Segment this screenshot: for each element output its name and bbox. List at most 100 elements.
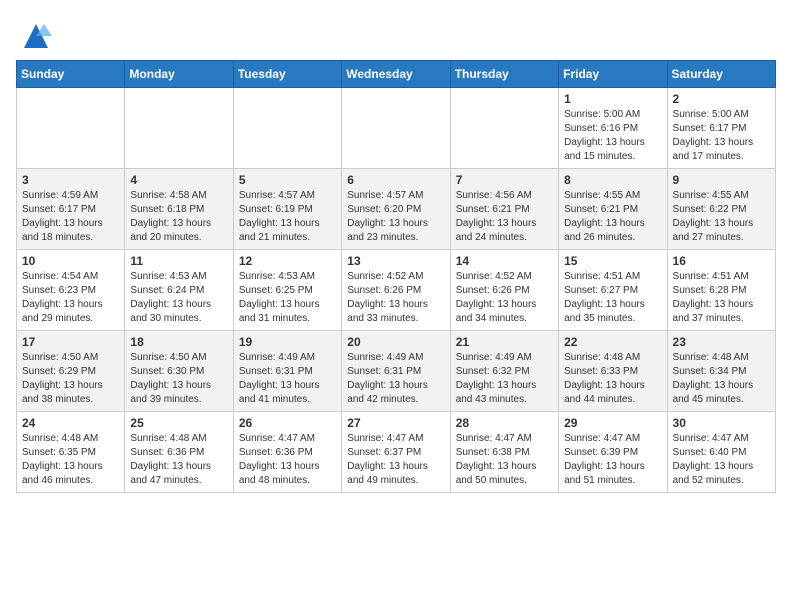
day-number: 9 xyxy=(673,173,770,187)
day-info: Sunrise: 4:49 AM Sunset: 6:32 PM Dayligh… xyxy=(456,351,553,407)
day-info: Sunrise: 4:53 AM Sunset: 6:25 PM Dayligh… xyxy=(239,270,336,326)
day-info: Sunrise: 4:48 AM Sunset: 6:33 PM Dayligh… xyxy=(564,351,661,407)
day-info: Sunrise: 4:48 AM Sunset: 6:34 PM Dayligh… xyxy=(673,351,770,407)
calendar-cell: 23Sunrise: 4:48 AM Sunset: 6:34 PM Dayli… xyxy=(667,331,775,412)
day-number: 4 xyxy=(130,173,227,187)
calendar-header-thursday: Thursday xyxy=(450,61,558,88)
calendar-cell: 29 Sunrise: 4:47 AM Sunset: 6:39 PM Dayli… xyxy=(559,412,667,493)
calendar-cell: 14 Sunrise: 4:52 AM Sunset: 6:26 PM Dayli… xyxy=(450,250,558,331)
calendar-week-row: 1 Sunrise: 5:00 AM Sunset: 6:16 PM Daylig… xyxy=(17,88,776,169)
day-number: 30 xyxy=(673,416,770,430)
day-info: Sunrise: 4:58 AM Sunset: 6:18 PM Dayligh… xyxy=(130,189,227,245)
day-info: Sunrise: 4:52 AM Sunset: 6:26 PM Dayligh… xyxy=(347,270,444,326)
calendar-cell: 4 Sunrise: 4:58 AM Sunset: 6:18 PM Daylig… xyxy=(125,169,233,250)
day-number: 12 xyxy=(239,254,336,268)
calendar-cell: 18 Sunrise: 4:50 AM Sunset: 6:30 PM Dayli… xyxy=(125,331,233,412)
day-info: Sunrise: 4:56 AM Sunset: 6:21 PM Dayligh… xyxy=(456,189,553,245)
day-number: 5 xyxy=(239,173,336,187)
calendar-cell: 28Sunrise: 4:47 AM Sunset: 6:38 PM Dayli… xyxy=(450,412,558,493)
day-info: Sunrise: 4:47 AM Sunset: 6:38 PM Dayligh… xyxy=(456,432,553,488)
day-number: 7 xyxy=(456,173,553,187)
day-info: Sunrise: 4:59 AM Sunset: 6:17 PM Dayligh… xyxy=(22,189,119,245)
day-info: Sunrise: 4:49 AM Sunset: 6:31 PM Dayligh… xyxy=(347,351,444,407)
day-info: Sunrise: 4:52 AM Sunset: 6:26 PM Dayligh… xyxy=(456,270,553,326)
calendar-cell: 17Sunrise: 4:50 AM Sunset: 6:29 PM Dayli… xyxy=(17,331,125,412)
calendar-cell: 5 Sunrise: 4:57 AM Sunset: 6:19 PM Daylig… xyxy=(233,169,341,250)
calendar-cell: 8 Sunrise: 4:55 AM Sunset: 6:21 PM Daylig… xyxy=(559,169,667,250)
day-number: 11 xyxy=(130,254,227,268)
day-number: 25 xyxy=(130,416,227,430)
calendar-cell: 26 Sunrise: 4:47 AM Sunset: 6:36 PM Dayli… xyxy=(233,412,341,493)
day-number: 13 xyxy=(347,254,444,268)
day-info: Sunrise: 4:47 AM Sunset: 6:39 PM Dayligh… xyxy=(564,432,661,488)
day-number: 3 xyxy=(22,173,119,187)
logo xyxy=(16,20,52,52)
calendar-cell: 3 Sunrise: 4:59 AM Sunset: 6:17 PM Daylig… xyxy=(17,169,125,250)
day-info: Sunrise: 4:47 AM Sunset: 6:36 PM Dayligh… xyxy=(239,432,336,488)
day-number: 10 xyxy=(22,254,119,268)
day-number: 6 xyxy=(347,173,444,187)
calendar-cell xyxy=(342,88,450,169)
day-number: 29 xyxy=(564,416,661,430)
calendar-cell: 10 Sunrise: 4:54 AM Sunset: 6:23 PM Dayli… xyxy=(17,250,125,331)
day-info: Sunrise: 4:48 AM Sunset: 6:36 PM Dayligh… xyxy=(130,432,227,488)
calendar-cell: 25 Sunrise: 4:48 AM Sunset: 6:36 PM Dayli… xyxy=(125,412,233,493)
calendar-cell: 20 Sunrise: 4:49 AM Sunset: 6:31 PM Dayli… xyxy=(342,331,450,412)
day-info: Sunrise: 4:47 AM Sunset: 6:40 PM Dayligh… xyxy=(673,432,770,488)
day-info: Sunrise: 4:53 AM Sunset: 6:24 PM Dayligh… xyxy=(130,270,227,326)
calendar-cell xyxy=(17,88,125,169)
calendar-cell xyxy=(125,88,233,169)
day-number: 14 xyxy=(456,254,553,268)
day-info: Sunrise: 4:48 AM Sunset: 6:35 PM Dayligh… xyxy=(22,432,119,488)
calendar-cell: 22 Sunrise: 4:48 AM Sunset: 6:33 PM Dayli… xyxy=(559,331,667,412)
calendar-cell: 11 Sunrise: 4:53 AM Sunset: 6:24 PM Dayli… xyxy=(125,250,233,331)
calendar-cell: 15Sunrise: 4:51 AM Sunset: 6:27 PM Dayli… xyxy=(559,250,667,331)
calendar-header-sunday: Sunday xyxy=(17,61,125,88)
day-number: 1 xyxy=(564,92,661,106)
logo-icon xyxy=(20,20,52,52)
calendar-cell: 6 Sunrise: 4:57 AM Sunset: 6:20 PM Daylig… xyxy=(342,169,450,250)
day-number: 18 xyxy=(130,335,227,349)
day-info: Sunrise: 4:55 AM Sunset: 6:21 PM Dayligh… xyxy=(564,189,661,245)
day-number: 17 xyxy=(22,335,119,349)
calendar-cell: 13 Sunrise: 4:52 AM Sunset: 6:26 PM Dayli… xyxy=(342,250,450,331)
calendar-cell: 24 Sunrise: 4:48 AM Sunset: 6:35 PM Dayli… xyxy=(17,412,125,493)
calendar-header-friday: Friday xyxy=(559,61,667,88)
day-info: Sunrise: 4:50 AM Sunset: 6:30 PM Dayligh… xyxy=(130,351,227,407)
calendar-cell: 16 Sunrise: 4:51 AM Sunset: 6:28 PM Dayli… xyxy=(667,250,775,331)
calendar-cell xyxy=(450,88,558,169)
calendar-week-row: 3 Sunrise: 4:59 AM Sunset: 6:17 PM Daylig… xyxy=(17,169,776,250)
calendar-header-row: SundayMondayTuesdayWednesdayThursdayFrid… xyxy=(17,61,776,88)
calendar-cell: 1 Sunrise: 5:00 AM Sunset: 6:16 PM Daylig… xyxy=(559,88,667,169)
day-number: 27 xyxy=(347,416,444,430)
day-info: Sunrise: 4:57 AM Sunset: 6:20 PM Dayligh… xyxy=(347,189,444,245)
day-number: 26 xyxy=(239,416,336,430)
day-number: 22 xyxy=(564,335,661,349)
day-info: Sunrise: 5:00 AM Sunset: 6:16 PM Dayligh… xyxy=(564,108,661,164)
calendar-week-row: 10 Sunrise: 4:54 AM Sunset: 6:23 PM Dayli… xyxy=(17,250,776,331)
day-info: Sunrise: 4:54 AM Sunset: 6:23 PM Dayligh… xyxy=(22,270,119,326)
calendar-cell: 7 Sunrise: 4:56 AM Sunset: 6:21 PM Daylig… xyxy=(450,169,558,250)
day-info: Sunrise: 4:57 AM Sunset: 6:19 PM Dayligh… xyxy=(239,189,336,245)
calendar-cell: 30 Sunrise: 4:47 AM Sunset: 6:40 PM Dayli… xyxy=(667,412,775,493)
calendar-header-saturday: Saturday xyxy=(667,61,775,88)
calendar-week-row: 17Sunrise: 4:50 AM Sunset: 6:29 PM Dayli… xyxy=(17,331,776,412)
calendar-week-row: 24 Sunrise: 4:48 AM Sunset: 6:35 PM Dayli… xyxy=(17,412,776,493)
calendar-header-tuesday: Tuesday xyxy=(233,61,341,88)
day-number: 8 xyxy=(564,173,661,187)
day-number: 24 xyxy=(22,416,119,430)
day-number: 2 xyxy=(673,92,770,106)
calendar-header-monday: Monday xyxy=(125,61,233,88)
calendar-cell: 21Sunrise: 4:49 AM Sunset: 6:32 PM Dayli… xyxy=(450,331,558,412)
calendar-cell: 12 Sunrise: 4:53 AM Sunset: 6:25 PM Dayli… xyxy=(233,250,341,331)
day-number: 16 xyxy=(673,254,770,268)
day-info: Sunrise: 4:55 AM Sunset: 6:22 PM Dayligh… xyxy=(673,189,770,245)
calendar-cell: 9 Sunrise: 4:55 AM Sunset: 6:22 PM Daylig… xyxy=(667,169,775,250)
calendar-header-wednesday: Wednesday xyxy=(342,61,450,88)
day-info: Sunrise: 4:51 AM Sunset: 6:28 PM Dayligh… xyxy=(673,270,770,326)
day-info: Sunrise: 4:49 AM Sunset: 6:31 PM Dayligh… xyxy=(239,351,336,407)
calendar-cell xyxy=(233,88,341,169)
day-number: 20 xyxy=(347,335,444,349)
header xyxy=(16,16,776,52)
calendar-cell: 27Sunrise: 4:47 AM Sunset: 6:37 PM Dayli… xyxy=(342,412,450,493)
